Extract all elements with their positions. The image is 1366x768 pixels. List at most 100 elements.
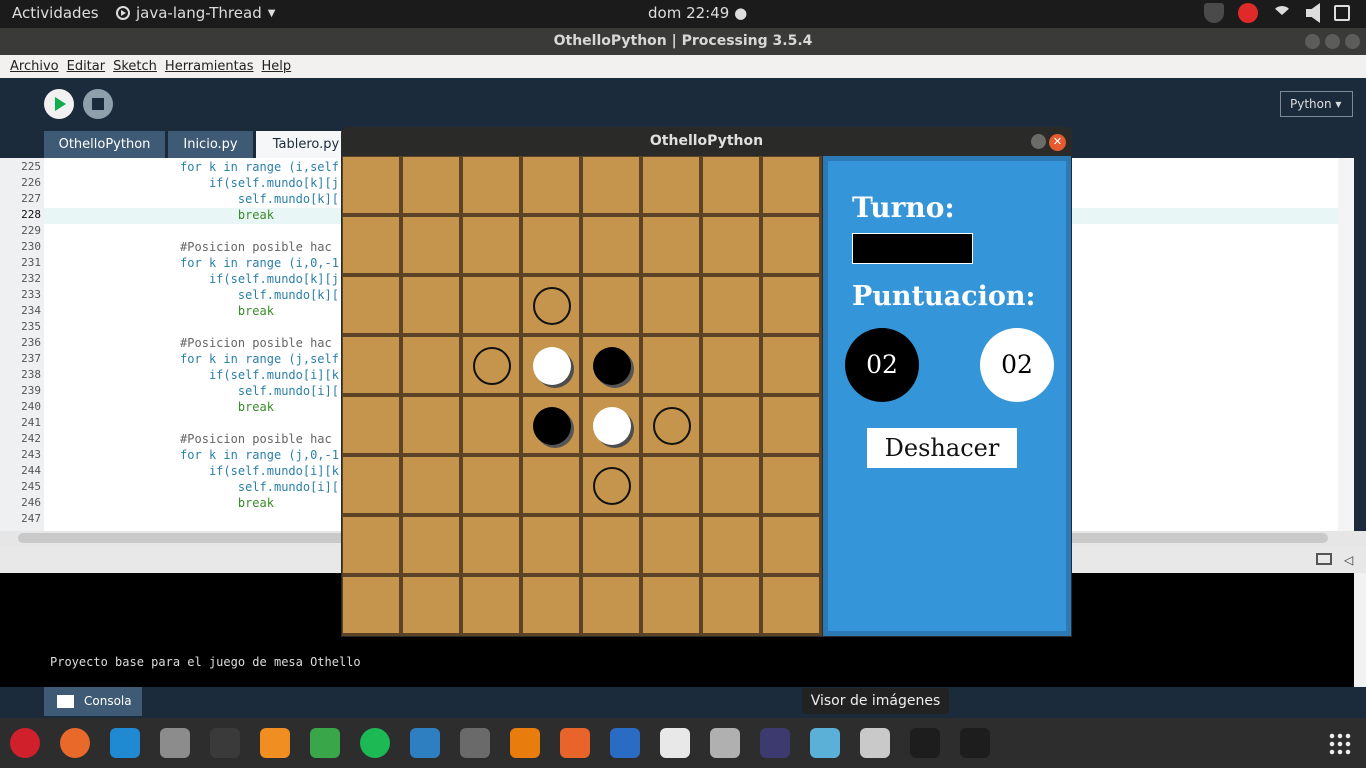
copy-icon[interactable]: [1316, 553, 1332, 565]
move-hint[interactable]: [533, 287, 571, 325]
code-line[interactable]: for k in range (i,self: [50, 160, 339, 174]
image-viewer-icon[interactable]: [860, 728, 890, 758]
board-cell[interactable]: [523, 457, 579, 513]
board-cell[interactable]: [703, 277, 759, 333]
board-cell[interactable]: [343, 277, 399, 333]
writer-icon[interactable]: [610, 728, 640, 758]
menu-archivo[interactable]: Archivo: [10, 59, 59, 74]
board-cell[interactable]: [703, 457, 759, 513]
code-line[interactable]: for k in range (j,self: [50, 352, 339, 366]
files-icon[interactable]: [160, 728, 190, 758]
processing-run-icon[interactable]: [960, 728, 990, 758]
code-line[interactable]: self.mundo[i][: [50, 480, 339, 494]
board-cell[interactable]: [763, 337, 819, 393]
board-cell[interactable]: [463, 157, 519, 213]
board-cell[interactable]: [343, 457, 399, 513]
board-cell[interactable]: [583, 517, 639, 573]
board-cell[interactable]: [643, 457, 699, 513]
settings-icon[interactable]: [710, 728, 740, 758]
code-line[interactable]: if(self.mundo[k][j: [50, 176, 339, 190]
editor-vertical-scrollbar[interactable]: [1338, 158, 1354, 531]
board-cell[interactable]: [703, 157, 759, 213]
board-cell[interactable]: [343, 217, 399, 273]
menu-sketch[interactable]: Sketch: [113, 59, 157, 74]
board-cell[interactable]: [403, 157, 459, 213]
board-cell[interactable]: [403, 277, 459, 333]
mode-select[interactable]: Python ▾: [1280, 91, 1353, 117]
board-cell[interactable]: [643, 157, 699, 213]
board-cell[interactable]: [763, 157, 819, 213]
board-cell[interactable]: [463, 397, 519, 453]
volume-icon[interactable]: [1306, 3, 1320, 23]
board-cell[interactable]: [643, 517, 699, 573]
code-line[interactable]: break: [50, 208, 274, 222]
code-line[interactable]: break: [50, 496, 274, 510]
board-cell[interactable]: [643, 217, 699, 273]
board-cell[interactable]: [763, 577, 819, 633]
opera-icon[interactable]: [10, 728, 40, 758]
spotify-icon[interactable]: [360, 728, 390, 758]
board-cell[interactable]: [703, 397, 759, 453]
wifi-icon[interactable]: [1272, 6, 1292, 20]
board-cell[interactable]: [583, 277, 639, 333]
board-cell[interactable]: [703, 337, 759, 393]
collapse-icon[interactable]: ◁: [1344, 553, 1353, 567]
grammarly-icon[interactable]: [310, 728, 340, 758]
board-cell[interactable]: [703, 517, 759, 573]
board-cell[interactable]: [343, 577, 399, 633]
move-hint[interactable]: [593, 467, 631, 505]
run-button[interactable]: [44, 89, 74, 119]
menu-editar[interactable]: Editar: [67, 59, 106, 74]
code-line[interactable]: for k in range (j,0,-1: [50, 448, 339, 462]
app-menu[interactable]: java-lang-Thread ▼: [116, 4, 275, 22]
code-line[interactable]: if(self.mundo[i][k: [50, 464, 339, 478]
code-line[interactable]: #Posicion posible hac: [50, 336, 332, 350]
board-cell[interactable]: [763, 277, 819, 333]
console-scrollbar[interactable]: [1354, 573, 1366, 687]
code-line[interactable]: for k in range (i,0,-1: [50, 256, 339, 270]
board-cell[interactable]: [703, 217, 759, 273]
board-cell[interactable]: [583, 217, 639, 273]
texstudio-icon[interactable]: [760, 728, 790, 758]
board-cell[interactable]: [463, 577, 519, 633]
shield-icon[interactable]: [1204, 3, 1224, 23]
board-cell[interactable]: [403, 217, 459, 273]
power-menu-icon[interactable]: [1334, 5, 1350, 21]
minimize-button[interactable]: [1305, 34, 1320, 49]
board-cell[interactable]: [403, 457, 459, 513]
sketch-minimize-button[interactable]: [1031, 134, 1046, 149]
maximize-button[interactable]: [1325, 34, 1340, 49]
software-icon[interactable]: [560, 728, 590, 758]
board-cell[interactable]: [583, 577, 639, 633]
code-line[interactable]: break: [50, 304, 274, 318]
board-cell[interactable]: [523, 577, 579, 633]
board-cell[interactable]: [763, 457, 819, 513]
code-line[interactable]: self.mundo[k][: [50, 192, 339, 206]
vscode-icon[interactable]: [110, 728, 140, 758]
inkscape-icon[interactable]: [460, 728, 490, 758]
code-line[interactable]: if(self.mundo[i][k: [50, 368, 339, 382]
sublime-icon[interactable]: [260, 728, 290, 758]
board-cell[interactable]: [343, 397, 399, 453]
pdf-icon[interactable]: [660, 728, 690, 758]
board-cell[interactable]: [343, 517, 399, 573]
code-line[interactable]: #Posicion posible hac: [50, 432, 332, 446]
terminal-icon[interactable]: [210, 728, 240, 758]
board-cell[interactable]: [763, 517, 819, 573]
code-line[interactable]: self.mundo[i][: [50, 384, 339, 398]
board-cell[interactable]: [463, 277, 519, 333]
board-cell[interactable]: [463, 457, 519, 513]
code-line[interactable]: #Posicion posible hac: [50, 240, 332, 254]
firefox-icon[interactable]: [60, 728, 90, 758]
board-cell[interactable]: [523, 217, 579, 273]
move-hint[interactable]: [653, 407, 691, 445]
menu-help[interactable]: Help: [261, 59, 291, 74]
board-cell[interactable]: [403, 397, 459, 453]
code-line[interactable]: break: [50, 400, 274, 414]
console-tab[interactable]: Consola: [44, 687, 142, 716]
board-cell[interactable]: [583, 157, 639, 213]
board-cell[interactable]: [643, 277, 699, 333]
board-cell[interactable]: [703, 577, 759, 633]
blender-icon[interactable]: [510, 728, 540, 758]
board-cell[interactable]: [523, 517, 579, 573]
